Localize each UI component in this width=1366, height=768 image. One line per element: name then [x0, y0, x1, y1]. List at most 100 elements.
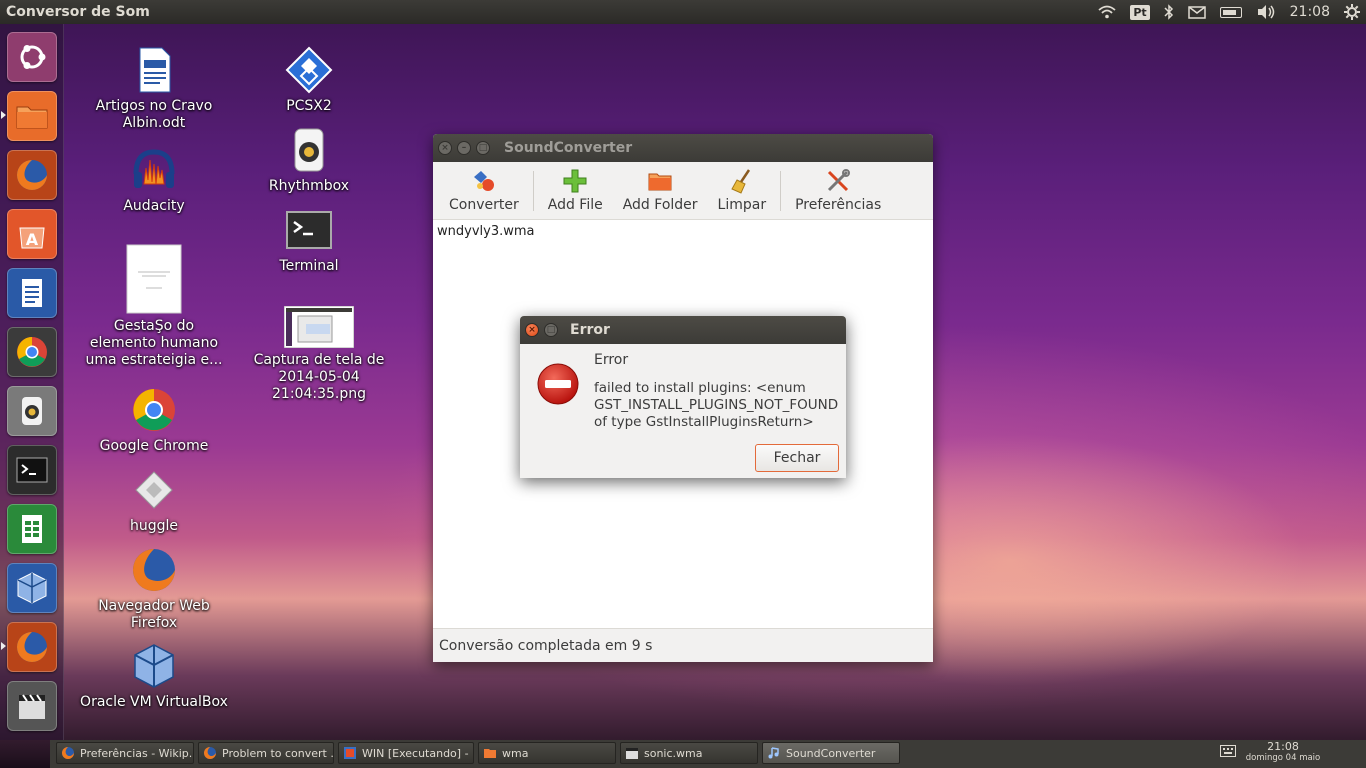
- rhythmbox-icon[interactable]: [7, 386, 57, 436]
- close-icon[interactable]: ×: [525, 323, 539, 337]
- desktop-icon-label: Google Chrome: [99, 438, 209, 454]
- taskbar-clock-date: domingo 04 maio: [1245, 753, 1321, 763]
- desktop-icon-pcsx2[interactable]: PCSX2: [234, 46, 384, 115]
- libreoffice-calc-icon[interactable]: [7, 504, 57, 554]
- rhythmbox-icon: [285, 126, 333, 174]
- taskbar-item-label: WIN [Executando] - ...: [362, 746, 474, 760]
- add-file-label: Add File: [547, 197, 603, 213]
- plus-icon: [563, 169, 587, 193]
- battery-icon[interactable]: [1219, 6, 1242, 18]
- pdf-page-icon: [126, 244, 182, 314]
- desktop-icon-google-chrome[interactable]: Google Chrome: [79, 386, 229, 455]
- virtualbox-icon: [130, 642, 178, 690]
- clapperboard-icon: [626, 748, 638, 759]
- desktop-icon-terminal[interactable]: Terminal: [234, 206, 384, 275]
- preferences-button[interactable]: Preferências: [785, 162, 891, 220]
- taskbar-item-label: Preferências - Wikip...: [80, 746, 194, 760]
- clapperboard-icon[interactable]: [7, 681, 57, 731]
- desktop-icon-label: Captura de tela de 2014-05-04 21:04:35.p…: [253, 352, 385, 402]
- bottom-taskbar: Preferências - Wikip... Problem to conve…: [50, 740, 1366, 768]
- chrome-icon: [130, 386, 178, 434]
- screenshot-thumbnail-icon: [284, 306, 354, 348]
- clear-button[interactable]: Limpar: [708, 162, 777, 220]
- taskbar-item-wma[interactable]: wma: [478, 742, 616, 764]
- status-bar: Conversão completada em 9 s: [433, 628, 933, 662]
- taskbar-clock-time: 21:08: [1267, 740, 1299, 753]
- taskbar-item-problem[interactable]: Problem to convert ...: [198, 742, 334, 764]
- desktop-icon-label: Rhythmbox: [268, 178, 350, 194]
- taskbar-item-virtualbox[interactable]: WIN [Executando] - ...: [338, 742, 474, 764]
- clock[interactable]: 21:08: [1290, 4, 1330, 20]
- error-dialog-titlebar[interactable]: × □ Error: [520, 316, 846, 344]
- taskbar-clock[interactable]: 21:08 domingo 04 maio: [1240, 740, 1326, 766]
- firefox-icon: [62, 747, 74, 759]
- keyboard-layout-indicator[interactable]: Pt: [1130, 4, 1150, 20]
- taskbar-item-sonic[interactable]: sonic.wma: [620, 742, 758, 764]
- keyboard-icon[interactable]: [1220, 745, 1236, 767]
- broom-icon: [731, 169, 750, 194]
- maximize-icon[interactable]: □: [544, 323, 558, 337]
- taskbar-item-soundconverter[interactable]: SoundConverter: [762, 742, 900, 764]
- convert-icon: [473, 171, 494, 191]
- desktop-icon-firefox[interactable]: Navegador Web Firefox: [79, 546, 229, 632]
- taskbar-item-label: wma: [502, 746, 529, 760]
- pcsx2-icon: [285, 46, 333, 94]
- desktop-icon-virtualbox[interactable]: Oracle VM VirtualBox: [79, 642, 229, 711]
- ubuntu-dash-icon[interactable]: [7, 32, 57, 82]
- mail-icon[interactable]: [1187, 5, 1206, 19]
- music-note-icon: [768, 747, 779, 759]
- file-list-item[interactable]: wndyvly3.wma: [433, 220, 933, 243]
- firefox-icon[interactable]: [7, 150, 57, 200]
- desktop-icon-gestao[interactable]: GestaŞo do elemento humano uma estrateig…: [79, 244, 229, 369]
- active-app-title: Conversor de Som: [6, 4, 150, 20]
- close-button[interactable]: Fechar: [755, 444, 839, 472]
- svg-text:A: A: [26, 230, 39, 249]
- convert-label: Converter: [449, 197, 519, 213]
- firefox-icon-2[interactable]: [7, 622, 57, 672]
- virtualbox-icon[interactable]: [7, 563, 57, 613]
- desktop-icon-label: PCSX2: [286, 98, 332, 114]
- add-folder-button[interactable]: Add Folder: [613, 162, 708, 220]
- terminal-icon: [285, 206, 333, 254]
- taskbar-item-label: sonic.wma: [644, 746, 703, 760]
- convert-button[interactable]: Converter: [439, 162, 529, 220]
- desktop-icon-screenshot[interactable]: Captura de tela de 2014-05-04 21:04:35.p…: [244, 306, 394, 403]
- desktop-icon-audacity[interactable]: Audacity: [79, 146, 229, 215]
- chrome-icon[interactable]: [7, 327, 57, 377]
- taskbar-item-label: Problem to convert ...: [222, 746, 334, 760]
- error-stop-icon: [537, 363, 579, 405]
- error-heading: Error: [594, 352, 629, 368]
- add-file-button[interactable]: Add File: [538, 162, 613, 220]
- launcher: A: [0, 24, 64, 740]
- add-folder-label: Add Folder: [622, 197, 698, 213]
- soundconverter-titlebar[interactable]: × – □ SoundConverter: [433, 134, 933, 162]
- desktop-icon-label: Artigos no Cravo Albin.odt: [95, 98, 213, 131]
- bluetooth-icon[interactable]: [1164, 4, 1174, 20]
- folder-icon: [484, 749, 496, 758]
- maximize-icon[interactable]: □: [476, 141, 490, 155]
- desktop-icon-rhythmbox[interactable]: Rhythmbox: [234, 126, 384, 195]
- taskbar-item-wikipedia[interactable]: Preferências - Wikip...: [56, 742, 194, 764]
- minimize-icon[interactable]: –: [457, 141, 471, 155]
- clear-label: Limpar: [717, 197, 767, 213]
- terminal-icon[interactable]: [7, 445, 57, 495]
- gear-icon[interactable]: [1344, 4, 1360, 20]
- firefox-icon: [130, 546, 178, 594]
- libreoffice-writer-icon[interactable]: [7, 268, 57, 318]
- volume-icon[interactable]: [1256, 4, 1276, 20]
- wifi-icon[interactable]: [1098, 5, 1116, 19]
- desktop-icon-huggle[interactable]: huggle: [79, 466, 229, 535]
- desktop-icon-label: Navegador Web Firefox: [98, 598, 210, 631]
- error-message: failed to install plugins: <enum GST_INS…: [594, 380, 839, 430]
- error-dialog-title: Error: [570, 322, 610, 338]
- top-panel: Conversor de Som Pt 21:08: [0, 0, 1366, 24]
- files-icon[interactable]: [7, 91, 57, 141]
- close-icon[interactable]: ×: [438, 141, 452, 155]
- software-center-icon[interactable]: A: [7, 209, 57, 259]
- taskbar-item-label: SoundConverter: [786, 746, 876, 760]
- huggle-icon: [130, 466, 178, 514]
- desktop-icon-artigos[interactable]: Artigos no Cravo Albin.odt: [79, 46, 229, 132]
- audacity-icon: [130, 146, 178, 194]
- desktop-icon-label: Terminal: [279, 258, 339, 274]
- desktop-icon-label: GestaŞo do elemento humano uma estrateig…: [85, 318, 223, 368]
